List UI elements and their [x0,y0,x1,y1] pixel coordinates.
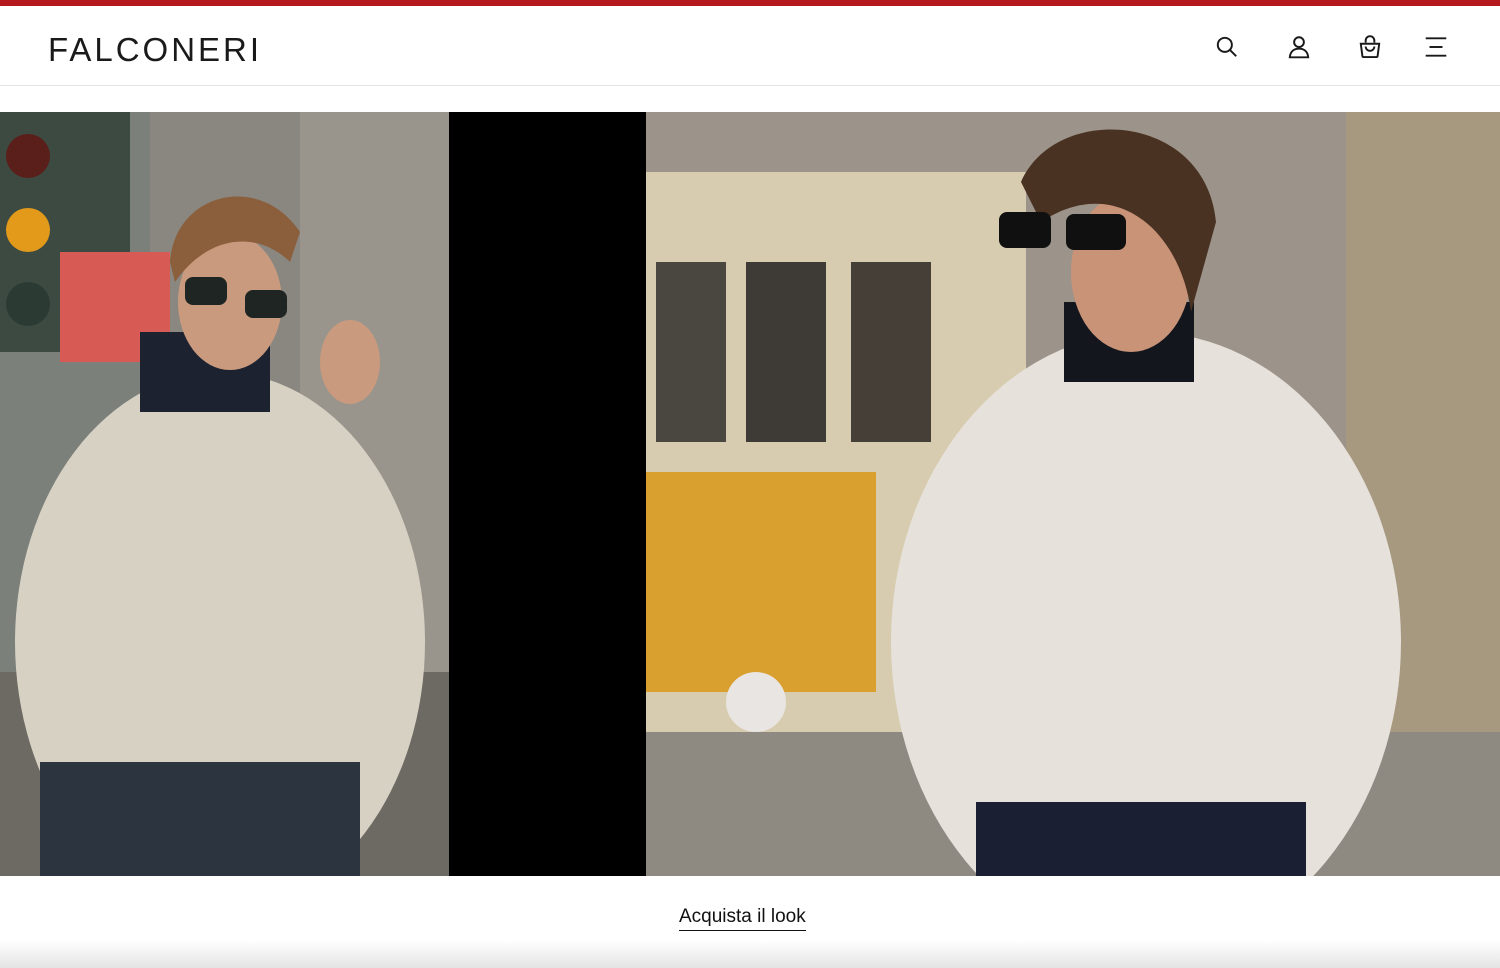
account-button[interactable] [1284,32,1314,62]
hero-image-right [646,112,1500,876]
hero-media[interactable] [0,112,1500,876]
site-header: FALCONERI [0,6,1500,86]
hero-divider-panel [449,112,646,876]
model-photo-right [646,112,1500,876]
shopping-bag-button[interactable] [1355,32,1385,62]
bottom-fade [0,940,1500,968]
shopping-bag-icon [1359,35,1381,59]
search-button[interactable] [1212,32,1242,62]
hero-image-left [0,112,449,876]
menu-button[interactable] [1421,32,1451,62]
user-icon [1288,36,1310,59]
search-icon [1216,36,1237,57]
shop-the-look-link[interactable]: Acquista il look [679,906,806,931]
brand-logo[interactable]: FALCONERI [48,30,262,70]
model-photo-left [0,112,449,876]
hamburger-menu-icon [1425,37,1447,57]
